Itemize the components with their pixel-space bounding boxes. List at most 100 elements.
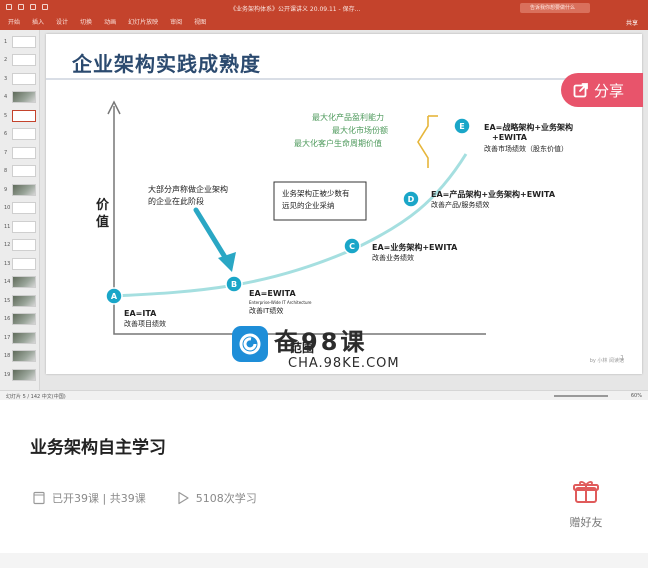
- slide-thumbnail[interactable]: 16: [4, 312, 38, 327]
- value-note: 最大化产品盈利能力: [312, 112, 384, 122]
- slide-thumbnail[interactable]: 8: [4, 164, 38, 179]
- tab-insert[interactable]: 插入: [32, 16, 44, 30]
- callout-text: 的企业在此阶段: [148, 196, 204, 206]
- slide-thumbnail[interactable]: 5: [4, 108, 38, 123]
- stage-subtitle: 改善项目绩效: [124, 319, 166, 328]
- value-note: 最大化市场份额: [332, 125, 388, 135]
- thumbnail-preview: [12, 257, 36, 270]
- gift-friend-button[interactable]: 赠好友: [566, 478, 606, 530]
- share-button[interactable]: 分享: [561, 73, 643, 107]
- slide-thumbnail[interactable]: 3: [4, 71, 38, 86]
- thumbnail-number: 12: [4, 242, 11, 248]
- thumbnail-preview: [12, 146, 36, 159]
- ppt-share-button[interactable]: 共享: [626, 18, 638, 27]
- thumbnail-number: 18: [4, 353, 11, 359]
- callout-arrow: [193, 207, 231, 265]
- ppt-screenshot[interactable]: 《业务架构体系》公开课讲义 20.09.11 - 保存… 告诉我你想要做什么 开…: [0, 0, 648, 400]
- slide-thumbnail[interactable]: 1: [4, 34, 38, 49]
- slide-thumbnail[interactable]: 4: [4, 90, 38, 105]
- tab-review[interactable]: 审阅: [170, 16, 182, 30]
- zoom-slider[interactable]: [554, 395, 608, 397]
- value-note: 最大化客户生命周期价值: [294, 138, 382, 148]
- callout-box-text: 业务架构正被少数有: [282, 188, 350, 198]
- slide-thumbnail[interactable]: 19: [4, 367, 38, 382]
- slide-thumbnail[interactable]: 7: [4, 145, 38, 160]
- slide-counter: 幻灯片 5 / 142 中文(中国): [6, 394, 66, 400]
- tab-animations[interactable]: 动画: [104, 16, 116, 30]
- thumbnail-number: 13: [4, 260, 11, 267]
- thumbnail-preview: [12, 72, 36, 85]
- stage-letter: C: [349, 242, 355, 251]
- watermark: 奋98课 CHA.98KE.COM: [232, 324, 412, 378]
- slide-thumbnail-panel[interactable]: 1 2 3 4 5 6 7 8 9 10 11 12 13 14 15 16 17 18 19: [0, 30, 40, 390]
- slide-footer: by 小林 阅读馆: [589, 358, 624, 364]
- thumbnail-number: 9: [4, 186, 8, 193]
- tab-home[interactable]: 开始: [8, 16, 20, 30]
- play-count: 5108次学习: [195, 492, 257, 505]
- tab-slideshow[interactable]: 幻灯片放映: [128, 16, 158, 30]
- book-icon: [33, 491, 45, 505]
- stage-subtitle: 改善IT绩效: [249, 306, 283, 315]
- thumbnail-preview: [12, 294, 36, 307]
- stage-title: EA=战略架构+业务架构: [484, 122, 573, 132]
- thumbnail-preview: [12, 276, 36, 288]
- document-title: 《业务架构体系》公开课讲义 20.09.11 - 保存…: [230, 6, 361, 13]
- gift-icon: [573, 481, 599, 503]
- undo-icon[interactable]: [18, 4, 24, 10]
- slide-thumbnail[interactable]: 17: [4, 330, 38, 345]
- callout-text: 大部分声称做企业架构: [148, 184, 228, 194]
- redo-icon[interactable]: [30, 4, 36, 10]
- slide-thumbnail[interactable]: 12: [4, 238, 38, 253]
- ribbon-tabs: 开始 插入 设计 切换 动画 幻灯片放映 审阅 视图: [0, 16, 648, 30]
- thumbnail-number: 19: [4, 371, 11, 378]
- tell-me-search[interactable]: 告诉我你想要做什么: [520, 3, 590, 13]
- tab-view[interactable]: 视图: [194, 16, 206, 30]
- thumbnail-number: 1: [4, 38, 8, 45]
- tab-transitions[interactable]: 切换: [80, 16, 92, 30]
- thumbnail-preview: [12, 202, 36, 214]
- quick-access-toolbar: [6, 4, 48, 10]
- thumbnail-number: 2: [4, 57, 8, 63]
- stage-subtitle: 改善市场绩效（股东价值）: [484, 144, 568, 153]
- stage-title: EA=ITA: [124, 309, 157, 318]
- course-title: 业务架构自主学习: [30, 438, 166, 458]
- thumbnail-number: 7: [4, 149, 8, 156]
- share-label: 分享: [594, 81, 625, 100]
- thumbnail-number: 10: [4, 205, 11, 211]
- slide-thumbnail[interactable]: 9: [4, 182, 38, 197]
- status-bar: 幻灯片 5 / 142 中文(中国) 60%: [0, 390, 648, 400]
- slide-thumbnail[interactable]: 18: [4, 349, 38, 364]
- thumbnail-preview: [12, 331, 36, 344]
- present-icon[interactable]: [42, 4, 48, 10]
- thumbnail-number: 14: [4, 279, 11, 285]
- y-axis-label: 价: [96, 198, 110, 213]
- tab-design[interactable]: 设计: [56, 16, 68, 30]
- stage-letter: B: [231, 280, 237, 289]
- stage-subtitle: 改善产品/服务绩效: [431, 200, 489, 209]
- stage-letter: D: [408, 195, 415, 204]
- slide-thumbnail[interactable]: 14: [4, 275, 38, 290]
- thumbnail-preview: [12, 368, 36, 381]
- slide-thumbnail[interactable]: 10: [4, 201, 38, 216]
- save-icon[interactable]: [6, 4, 12, 10]
- stage-title: EA=业务架构+EWITA: [372, 242, 458, 252]
- maturity-curve: [113, 153, 468, 298]
- slide-thumbnail[interactable]: 13: [4, 256, 38, 271]
- slide-thumbnail[interactable]: 15: [4, 293, 38, 308]
- stage-title: EA=EWITA: [249, 289, 296, 298]
- slide-thumbnail[interactable]: 2: [4, 53, 38, 68]
- thumbnail-preview: [12, 91, 36, 103]
- stage-title: EA=产品架构+业务架构+EWITA: [431, 189, 556, 199]
- thumbnail-preview: [12, 313, 36, 325]
- thumbnail-preview: [12, 109, 36, 122]
- thumbnail-preview: [12, 54, 36, 66]
- thumbnail-preview: [12, 128, 36, 140]
- stage-letter: E: [459, 122, 464, 131]
- slide-thumbnail[interactable]: 6: [4, 127, 38, 142]
- callout-arrowhead: [218, 252, 236, 272]
- gift-label: 赠好友: [569, 516, 603, 529]
- stage-letter: A: [111, 292, 118, 301]
- slide-thumbnail[interactable]: 11: [4, 219, 38, 234]
- thumbnail-number: 17: [4, 334, 11, 341]
- thumbnail-number: 8: [4, 168, 8, 174]
